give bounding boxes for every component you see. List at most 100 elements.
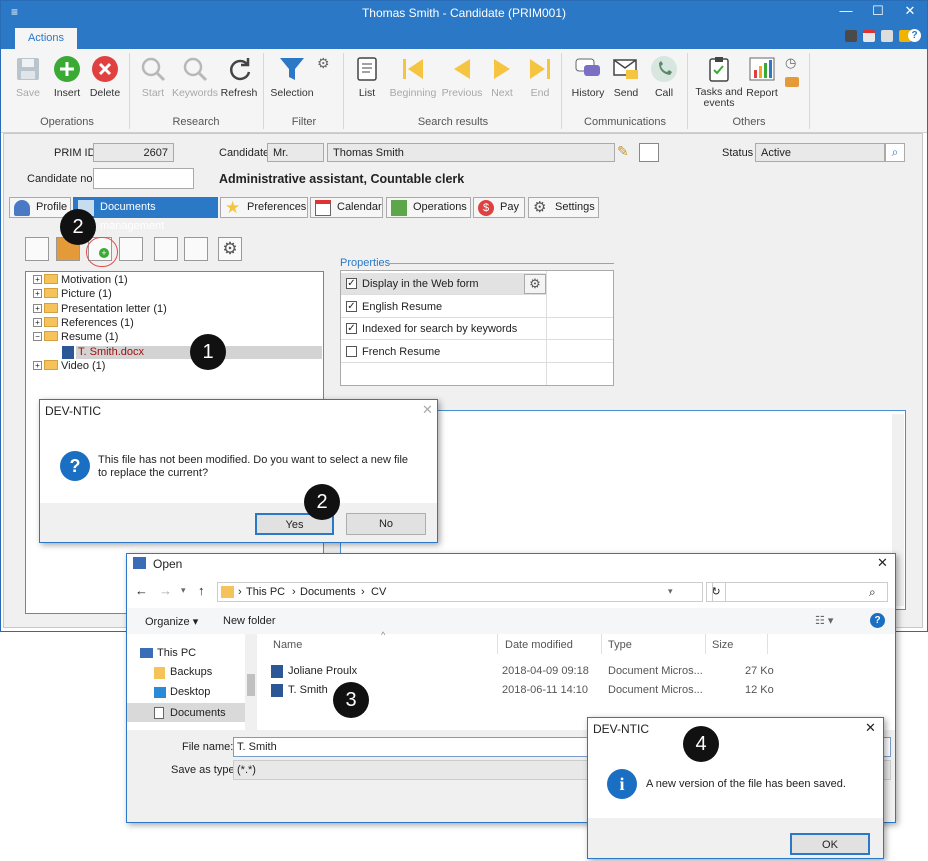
- call-button[interactable]: Call: [647, 55, 681, 99]
- tab-documents-management[interactable]: Documents management: [73, 197, 218, 232]
- view-options-icon[interactable]: ☷ ▾: [815, 614, 843, 627]
- group-search-results: Search results: [417, 116, 489, 128]
- info-message: A new version of the file has been saved…: [646, 778, 846, 790]
- nav-desktop[interactable]: Desktop: [170, 686, 210, 698]
- preview-document-button[interactable]: [154, 237, 178, 261]
- insert-button[interactable]: Insert: [49, 55, 85, 99]
- dialog-close-icon[interactable]: ✕: [422, 402, 433, 418]
- view-document-button[interactable]: [25, 237, 49, 261]
- maximize-button[interactable]: ☐: [863, 3, 893, 19]
- status-field[interactable]: Active: [755, 143, 885, 162]
- property-indexed-search[interactable]: ✓ Indexed for search by keywords: [341, 318, 613, 340]
- tab-profile[interactable]: Profile: [9, 197, 71, 218]
- candidate-name-field[interactable]: Thomas Smith: [327, 143, 615, 162]
- status-search-icon[interactable]: ⌕: [885, 143, 905, 162]
- folder-icon: [44, 303, 58, 313]
- tree-file-t-smith[interactable]: T. Smith.docx: [62, 346, 144, 359]
- report-button[interactable]: Report: [743, 55, 781, 99]
- checkbox: ✓: [346, 278, 357, 289]
- web-form-button[interactable]: [184, 237, 208, 261]
- previous-button[interactable]: Previous: [441, 55, 483, 99]
- calendar-icon: [315, 200, 331, 216]
- briefcase-icon[interactable]: [881, 30, 893, 42]
- forward-arrow-icon[interactable]: →: [159, 583, 172, 598]
- property-french-resume[interactable]: French Resume: [341, 341, 613, 363]
- filter-gear-icon[interactable]: ⚙: [317, 55, 330, 72]
- tab-preferences[interactable]: ★ Preferences: [220, 197, 308, 218]
- tree-item-references[interactable]: + References (1): [33, 317, 134, 329]
- selection-button[interactable]: Selection: [267, 55, 317, 99]
- end-button[interactable]: End: [523, 55, 557, 99]
- calculator-icon[interactable]: [845, 30, 857, 42]
- document-gear-icon[interactable]: ⚙: [218, 237, 242, 261]
- tree-item-resume[interactable]: − Resume (1): [33, 331, 118, 343]
- x-icon: [91, 55, 119, 83]
- nav-this-pc[interactable]: This PC: [157, 647, 196, 659]
- info-dialog: DEV-NTIC ✕ i A new version of the file h…: [587, 717, 884, 859]
- tree-item-presentation-letter[interactable]: + Presentation letter (1): [33, 303, 167, 315]
- new-folder-button[interactable]: New folder: [223, 615, 276, 627]
- nav-scrollbar[interactable]: [245, 634, 257, 730]
- tasks-events-button[interactable]: Tasks and events: [693, 55, 745, 109]
- tree-item-video[interactable]: + Video (1): [33, 360, 105, 372]
- clock-icon[interactable]: ◷: [785, 55, 796, 71]
- property-display-web[interactable]: ✓ Display in the Web form: [341, 273, 546, 295]
- prim-id-field: 2607: [93, 143, 174, 162]
- no-button[interactable]: No: [346, 513, 426, 535]
- send-button[interactable]: Send: [609, 55, 643, 99]
- back-arrow-icon[interactable]: ←: [135, 583, 148, 598]
- title-field[interactable]: Mr.: [267, 143, 324, 162]
- history-button[interactable]: History: [569, 55, 607, 99]
- tab-settings[interactable]: ⚙ Settings: [528, 197, 599, 218]
- calendar-icon[interactable]: [863, 30, 875, 42]
- nav-documents[interactable]: Documents: [170, 707, 226, 719]
- plus-icon: [53, 55, 81, 83]
- info-dialog-close-icon[interactable]: ✕: [865, 720, 876, 736]
- candidate-no-field[interactable]: [93, 168, 194, 189]
- ok-button[interactable]: OK: [790, 833, 870, 855]
- property-gear-icon[interactable]: ⚙: [524, 274, 546, 294]
- nav-backups[interactable]: Backups: [170, 666, 212, 678]
- tab-actions[interactable]: Actions: [15, 28, 77, 49]
- recent-chevron-icon[interactable]: ▾: [181, 585, 186, 596]
- minimize-button[interactable]: —: [831, 3, 861, 18]
- help-icon[interactable]: ?: [908, 29, 921, 42]
- path-documents: Documents: [300, 586, 356, 598]
- tab-operations[interactable]: Operations: [386, 197, 471, 218]
- column-type[interactable]: Type: [608, 639, 632, 651]
- column-name[interactable]: Name: [273, 639, 302, 651]
- save-button[interactable]: Save: [9, 55, 47, 99]
- organize-button[interactable]: Organize ▾: [145, 615, 198, 628]
- keywords-button[interactable]: Keywords: [171, 55, 219, 99]
- up-arrow-icon[interactable]: ↑: [198, 583, 205, 598]
- delete-button[interactable]: Delete: [87, 55, 123, 99]
- refresh-button[interactable]: Refresh: [219, 55, 259, 99]
- start-button[interactable]: Start: [137, 55, 169, 99]
- property-english-resume[interactable]: ✓ English Resume: [341, 296, 613, 318]
- file-row[interactable]: Joliane Proulx 2018-04-09 09:18 Document…: [271, 664, 791, 680]
- open-dialog-close-icon[interactable]: ✕: [877, 555, 888, 571]
- edit-pencil-icon[interactable]: ✎: [617, 143, 629, 160]
- tree-item-picture[interactable]: + Picture (1): [33, 288, 112, 300]
- column-size[interactable]: Size: [712, 639, 733, 651]
- next-button[interactable]: Next: [485, 55, 519, 99]
- help-icon[interactable]: ?: [870, 613, 885, 628]
- tree-item-motivation[interactable]: + Motivation (1): [33, 274, 128, 286]
- path-bar[interactable]: › This PC › Documents › CV ▾: [217, 582, 703, 602]
- list-button[interactable]: List: [351, 55, 383, 99]
- search-box[interactable]: ⌕: [712, 582, 888, 602]
- id-card-icon[interactable]: [639, 143, 659, 162]
- close-button[interactable]: ✕: [895, 3, 925, 19]
- tab-pay[interactable]: $ Pay: [473, 197, 525, 218]
- candidate-headline: Administrative assistant, Countable cler…: [219, 172, 465, 186]
- ribbon: Save Insert Delete Start Keywords Refres…: [1, 49, 927, 133]
- properties-panel: ✓ Display in the Web form ⚙ ✓ English Resu…: [340, 270, 614, 386]
- navigation-pane: This PC Backups Desktop Documents: [127, 634, 257, 730]
- beginning-button[interactable]: Beginning: [387, 55, 439, 99]
- properties-title: Properties: [340, 257, 391, 269]
- refresh-icon: [225, 55, 253, 83]
- tray-icon[interactable]: [785, 77, 799, 87]
- tab-calendar[interactable]: Calendar: [310, 197, 383, 218]
- column-date-modified[interactable]: Date modified: [505, 639, 573, 651]
- history-document-button[interactable]: [119, 237, 143, 261]
